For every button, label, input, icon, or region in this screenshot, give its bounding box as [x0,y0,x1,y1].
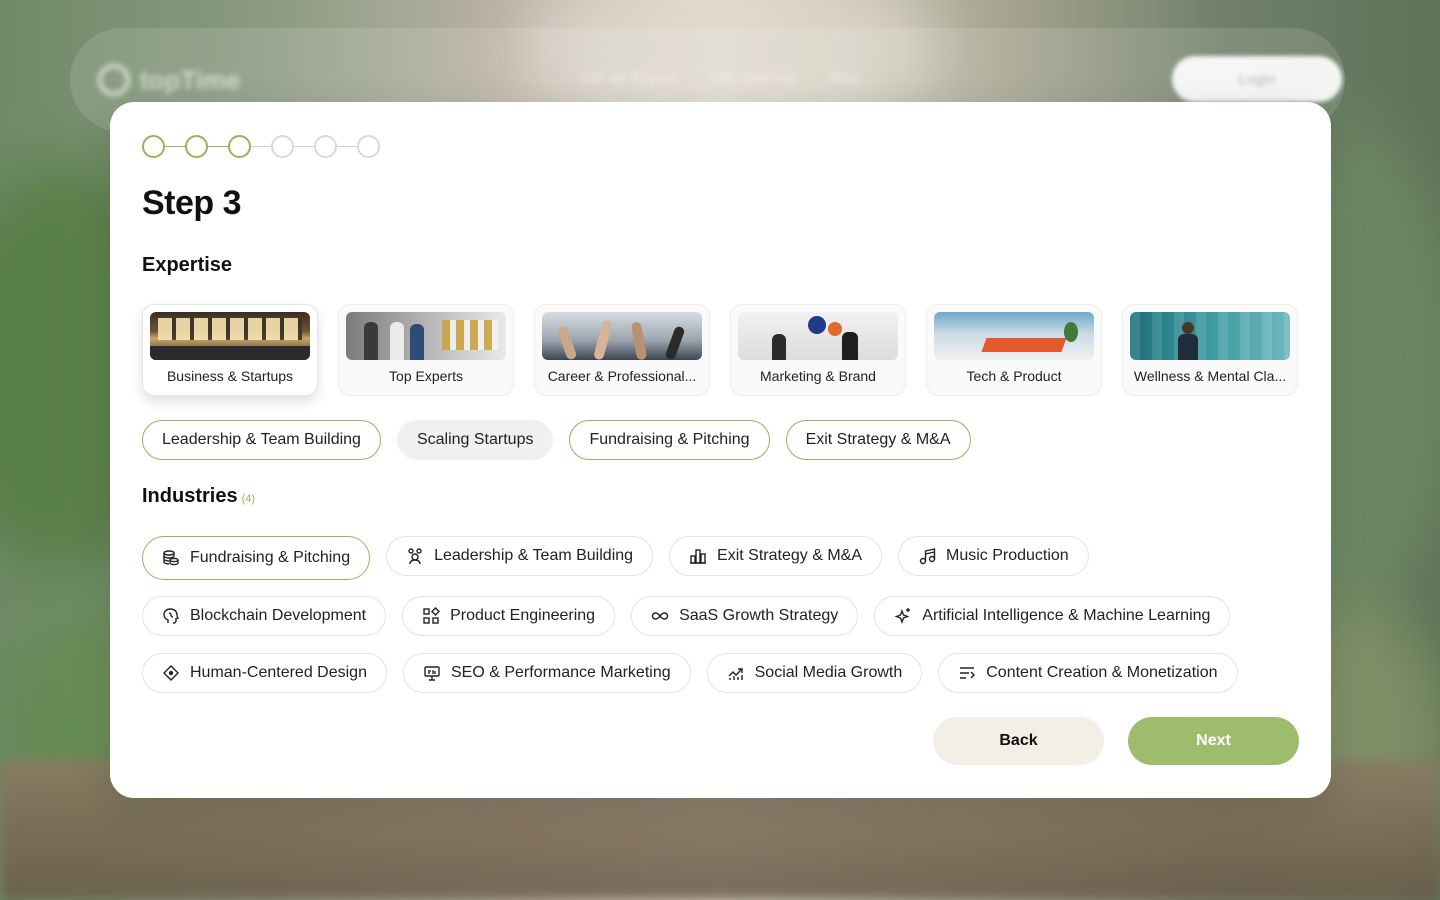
back-button[interactable]: Back [933,717,1104,765]
coins-icon [162,549,180,567]
step-indicator-6 [357,134,380,158]
sparkle-icon [894,607,912,625]
industry-chip-product-engineering[interactable]: Product Engineering [402,596,616,636]
industry-chip-label: Product Engineering [450,607,596,624]
industry-chip-label: Exit Strategy & M&A [717,547,862,564]
industry-chip-social-media[interactable]: Social Media Growth [706,653,923,693]
background-menu-item: Get an Expert [578,70,677,87]
team-icon [406,547,424,565]
industry-chip-human-centered-design[interactable]: Human-Centered Design [142,653,387,693]
category-card-tech-product[interactable]: Tech & Product [926,304,1102,396]
office-photo [150,312,310,360]
industries-count: (4) [241,493,256,505]
expertise-heading: Expertise [142,254,233,276]
monitor-icon [423,664,441,682]
expertise-tag-list: Leadership & Team Building Scaling Start… [142,420,971,460]
music-note-icon [918,547,936,565]
next-button[interactable]: Next [1128,717,1299,765]
list-filter-icon [958,664,976,682]
onboarding-modal: Step 3 Expertise Business & Startups Top… [110,102,1331,798]
category-label: Top Experts [389,368,463,384]
category-card-wellness-mental[interactable]: Wellness & Mental Cla... [1122,304,1298,396]
growth-chart-icon [727,664,745,682]
background-logo: topTime [98,64,241,96]
industry-chip-label: Fundraising & Pitching [190,549,351,566]
industry-chip-seo[interactable]: SEO & Performance Marketing [402,653,691,693]
step-indicator-1 [142,134,165,158]
background-menu-item: The Journey [708,70,798,87]
category-label: Wellness & Mental Cla... [1133,368,1287,384]
wellness-photo [1130,312,1290,360]
category-label: Career & Professional... [547,368,697,384]
expertise-tag[interactable]: Leadership & Team Building [142,420,381,460]
category-label: Tech & Product [966,368,1062,384]
expertise-tag[interactable]: Fundraising & Pitching [569,420,770,460]
grid-icon [422,607,441,625]
category-card-business-startups[interactable]: Business & Startups [142,304,318,396]
industry-chip-label: Blockchain Development [190,607,367,624]
industry-chip-content-creation[interactable]: Content Creation & Monetization [938,653,1238,693]
industry-chip-label: Human-Centered Design [190,664,367,681]
progress-stepper [142,134,380,158]
industry-chip-fundraising[interactable]: Fundraising & Pitching [142,536,371,580]
category-card-marketing-brand[interactable]: Marketing & Brand [730,304,906,396]
step-indicator-5 [314,134,337,158]
tech-photo [934,312,1094,360]
industries-heading: Industries (4) [142,485,255,508]
hands-photo [542,312,702,360]
industry-chip-row: Fundraising & Pitching Leadership & Team… [142,536,1089,580]
industry-chip-ai-ml[interactable]: Artificial Intelligence & Machine Learni… [874,596,1231,636]
industry-chip-label: Content Creation & Monetization [986,664,1218,681]
category-label: Marketing & Brand [760,368,876,384]
industry-chip-blockchain[interactable]: Blockchain Development [142,596,387,636]
brain-icon [162,607,180,625]
industry-chip-label: Social Media Growth [754,664,903,681]
industry-chip-label: Artificial Intelligence & Machine Learni… [922,607,1211,624]
background-login-button: Login [1172,56,1342,102]
diamond-icon [162,664,180,682]
industry-chip-exit-strategy[interactable]: Exit Strategy & M&A [669,536,882,576]
category-label: Business & Startups [166,368,294,384]
category-card-career-professional[interactable]: Career & Professional... [534,304,710,396]
industry-chip-leadership[interactable]: Leadership & Team Building [386,536,654,576]
industry-chip-label: SaaS Growth Strategy [679,607,839,624]
expertise-tag[interactable]: Scaling Startups [396,420,554,460]
industry-chip-row: Blockchain Development Product Engineeri… [142,596,1231,636]
industry-chip-label: Music Production [945,547,1069,564]
background-menu-item: Blog [829,70,862,87]
expertise-category-list: Business & Startups Top Experts Career &… [142,304,1298,396]
industries-label: Industries [142,485,238,507]
page-title: Step 3 [142,184,242,222]
step-indicator-2 [185,134,208,158]
expertise-tag[interactable]: Exit Strategy & M&A [785,420,971,460]
industry-chip-music-production[interactable]: Music Production [897,536,1089,576]
category-card-top-experts[interactable]: Top Experts [338,304,514,396]
industry-chip-label: Leadership & Team Building [434,547,634,564]
industry-chip-label: SEO & Performance Marketing [450,664,671,681]
chart-bars-icon [689,547,707,565]
marketing-photo [738,312,898,360]
step-indicator-4 [271,134,294,158]
team-photo [346,312,506,360]
background-menu: Get an Expert The Journey Blog [578,70,862,88]
infinity-icon [651,607,669,625]
industry-chip-row: Human-Centered Design SEO & Performance … [142,653,1238,693]
industry-chip-saas-growth[interactable]: SaaS Growth Strategy [631,596,859,636]
step-indicator-3 [228,134,251,158]
